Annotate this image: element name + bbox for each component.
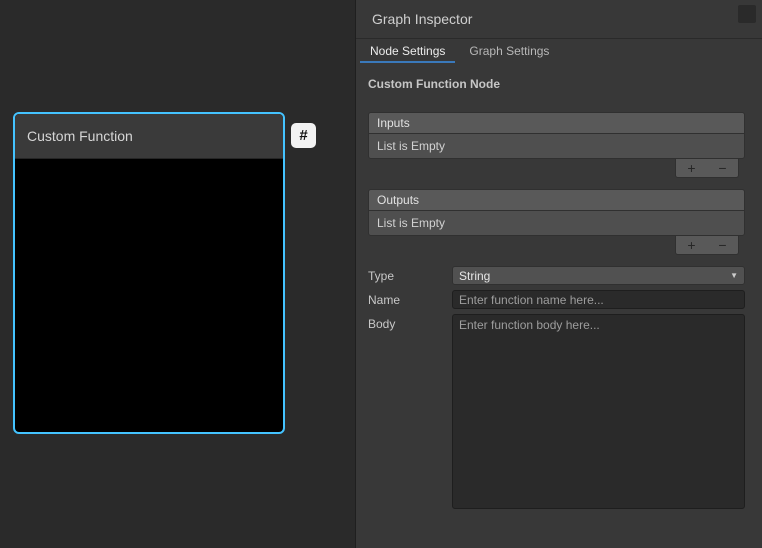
hash-badge[interactable]: # bbox=[291, 123, 316, 148]
inspector-title: Graph Inspector bbox=[372, 11, 472, 27]
type-dropdown-value: String bbox=[459, 269, 490, 283]
tab-node-settings-label: Node Settings bbox=[370, 44, 445, 58]
outputs-list-header: Outputs bbox=[368, 189, 745, 210]
body-field-row: Body bbox=[368, 314, 745, 509]
node-title: Custom Function bbox=[27, 128, 133, 144]
panel-options-button[interactable] bbox=[738, 5, 756, 23]
type-field-row: Type String ▼ bbox=[368, 266, 745, 285]
name-input[interactable] bbox=[452, 290, 745, 309]
node-title-bar[interactable]: Custom Function bbox=[15, 114, 283, 159]
outputs-list-footer: + − bbox=[368, 236, 745, 255]
node-settings-fields: Type String ▼ Name Body bbox=[368, 266, 745, 509]
tab-graph-settings-label: Graph Settings bbox=[469, 44, 549, 58]
inputs-remove-button[interactable]: − bbox=[710, 160, 736, 177]
inputs-list: Inputs List is Empty + − bbox=[368, 112, 745, 178]
inputs-add-button[interactable]: + bbox=[679, 160, 705, 177]
name-field-row: Name bbox=[368, 290, 745, 309]
outputs-empty-row: List is Empty bbox=[368, 210, 745, 236]
outputs-add-button[interactable]: + bbox=[679, 237, 705, 254]
graph-canvas[interactable]: Custom Function # bbox=[0, 0, 355, 548]
inputs-list-header: Inputs bbox=[368, 112, 745, 133]
body-textarea[interactable] bbox=[452, 314, 745, 509]
inputs-list-footer: + − bbox=[368, 159, 745, 178]
type-dropdown[interactable]: String ▼ bbox=[452, 266, 745, 285]
tab-graph-settings[interactable]: Graph Settings bbox=[457, 39, 561, 63]
outputs-list: Outputs List is Empty + − bbox=[368, 189, 745, 255]
chevron-down-icon: ▼ bbox=[730, 271, 738, 280]
body-label: Body bbox=[368, 314, 452, 331]
type-label: Type bbox=[368, 266, 452, 283]
inspector-tabbar: Node Settings Graph Settings bbox=[356, 39, 762, 63]
graph-inspector-panel: Graph Inspector Node Settings Graph Sett… bbox=[355, 0, 762, 548]
outputs-list-header-label: Outputs bbox=[377, 193, 419, 207]
section-title: Custom Function Node bbox=[368, 77, 745, 91]
inputs-footer-bar: + − bbox=[675, 159, 739, 178]
tab-node-settings[interactable]: Node Settings bbox=[358, 39, 457, 63]
inputs-list-header-label: Inputs bbox=[377, 116, 410, 130]
custom-function-node[interactable]: Custom Function bbox=[13, 112, 285, 434]
inputs-empty-row: List is Empty bbox=[368, 133, 745, 159]
outputs-footer-bar: + − bbox=[675, 236, 739, 255]
hash-icon: # bbox=[299, 127, 307, 144]
outputs-empty-label: List is Empty bbox=[377, 216, 445, 230]
inputs-empty-label: List is Empty bbox=[377, 139, 445, 153]
name-label: Name bbox=[368, 290, 452, 307]
inspector-header: Graph Inspector bbox=[356, 0, 762, 39]
outputs-remove-button[interactable]: − bbox=[710, 237, 736, 254]
